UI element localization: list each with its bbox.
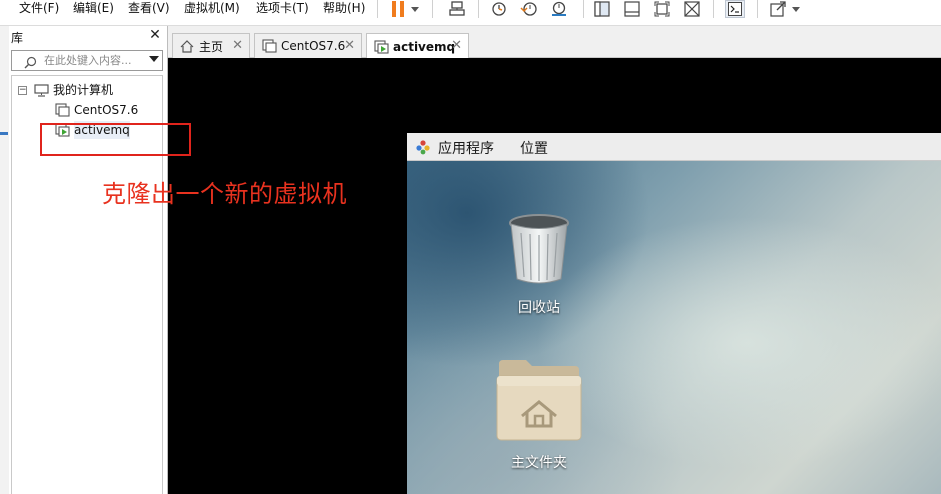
places-menu[interactable]: 位置	[520, 138, 548, 158]
side-strip	[0, 26, 9, 494]
pause-icon[interactable]	[388, 0, 408, 18]
toolbar-separator	[713, 0, 714, 18]
snapshot-icon[interactable]	[489, 0, 509, 18]
desktop-home-folder[interactable]: 主文件夹	[496, 358, 582, 472]
library-title: 库	[11, 31, 24, 45]
send-keys-icon[interactable]	[447, 0, 467, 18]
vm-icon	[261, 39, 277, 53]
toolbar-separator	[583, 0, 584, 18]
tab-label: CentOS7.6	[281, 39, 346, 53]
revert-snapshot-icon[interactable]	[519, 0, 539, 18]
applications-menu[interactable]: 应用程序	[438, 138, 494, 158]
toolbar-separator	[432, 0, 433, 18]
home-icon	[179, 39, 195, 53]
home-folder-icon	[496, 358, 582, 446]
library-panel: 库 ✕ − 我的计算机 CentOS7.6	[0, 26, 168, 494]
fullscreen-dropdown-icon[interactable]	[790, 0, 802, 18]
trash-icon	[507, 213, 571, 291]
applications-icon[interactable]	[415, 139, 431, 159]
menu-vm[interactable]: 虚拟机(M)	[184, 0, 240, 17]
vm-running-icon	[373, 39, 389, 54]
toolbar-separator	[478, 0, 479, 18]
library-header: 库 ✕	[0, 26, 168, 48]
tree-item-label: CentOS7.6	[74, 103, 139, 117]
guest-desktop[interactable]: 应用程序 位置 回收站 主文件夹	[407, 133, 941, 494]
library-search-box[interactable]	[11, 50, 163, 71]
library-search-input[interactable]	[44, 53, 144, 68]
tree-item-my-computer[interactable]: − 我的计算机	[18, 81, 113, 99]
console-icon[interactable]	[725, 0, 745, 18]
tab-label: activemq	[393, 39, 456, 54]
menu-view[interactable]: 查看(V)	[128, 0, 170, 17]
menu-help[interactable]: 帮助(H)	[323, 0, 365, 17]
tree-item-centos[interactable]: CentOS7.6	[54, 101, 138, 119]
tree-item-label: 我的计算机	[53, 83, 114, 97]
vm-icon	[54, 103, 70, 117]
toolbar-separator	[757, 0, 758, 18]
menu-file[interactable]: 文件(F)	[19, 0, 59, 17]
desktop-icon-label: 回收站	[518, 300, 560, 316]
toolbar-separator	[377, 0, 378, 18]
pause-dropdown-icon[interactable]	[409, 0, 421, 18]
manage-snapshots-icon[interactable]	[549, 0, 569, 18]
fit-guest-icon[interactable]	[652, 0, 672, 18]
tab-home[interactable]: 主页 ✕	[172, 33, 250, 58]
tab-activemq[interactable]: activemq ✕	[366, 33, 469, 59]
fullscreen-icon[interactable]	[768, 0, 788, 18]
guest-top-panel: 应用程序 位置	[407, 133, 941, 161]
tab-centos[interactable]: CentOS7.6 ✕	[254, 33, 362, 58]
search-icon	[24, 54, 37, 73]
menu-tabs[interactable]: 选项卡(T)	[256, 0, 309, 17]
menu-edit[interactable]: 编辑(E)	[73, 0, 114, 17]
sidebar-view-icon[interactable]	[592, 0, 612, 18]
vmware-window: 文件(F) 编辑(E) 查看(V) 虚拟机(M) 选项卡(T) 帮助(H) 库 …	[0, 0, 941, 494]
tab-bar: 主页 ✕ CentOS7.6 ✕ activemq ✕	[168, 26, 941, 59]
annotation-highlight-box	[40, 123, 191, 156]
thumbnail-view-icon[interactable]	[622, 0, 642, 18]
close-icon[interactable]: ✕	[149, 27, 161, 43]
tab-label: 主页	[199, 39, 224, 54]
chevron-down-icon[interactable]	[149, 56, 159, 62]
close-icon[interactable]: ✕	[451, 38, 462, 53]
side-strip-marker	[0, 132, 8, 135]
unity-icon[interactable]	[682, 0, 702, 18]
annotation-text: 克隆出一个新的虚拟机	[102, 180, 347, 208]
desktop-icon-label: 主文件夹	[511, 455, 567, 471]
collapse-icon[interactable]: −	[18, 85, 27, 95]
desktop-trash[interactable]: 回收站	[507, 213, 571, 317]
close-icon[interactable]: ✕	[344, 38, 355, 53]
close-icon[interactable]: ✕	[232, 38, 243, 53]
menu-bar: 文件(F) 编辑(E) 查看(V) 虚拟机(M) 选项卡(T) 帮助(H)	[0, 0, 941, 26]
computer-icon	[33, 83, 49, 97]
